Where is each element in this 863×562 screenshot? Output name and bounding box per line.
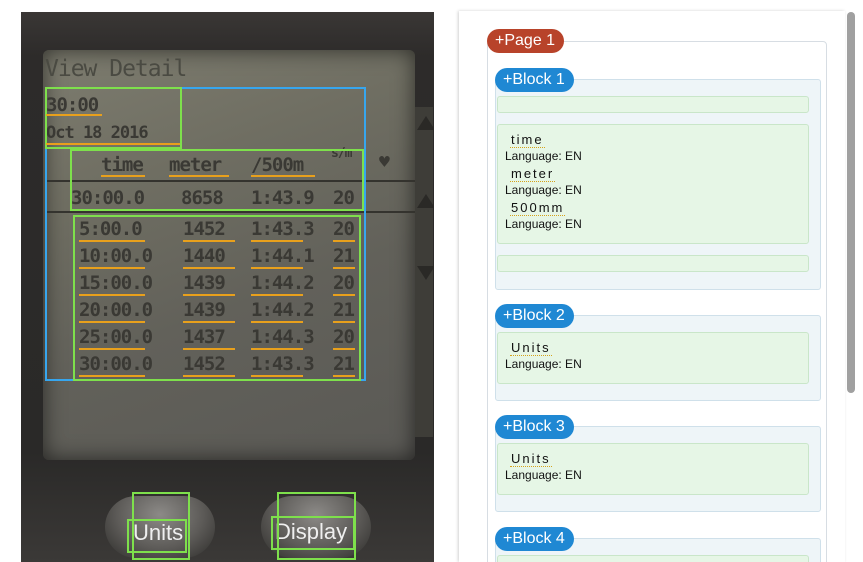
block-toggle[interactable]: +Block 2 [495, 304, 574, 328]
word-text[interactable]: Units [510, 340, 552, 356]
lcd-row-pace: 1:44.2 [251, 272, 315, 294]
word-entry: meter Language: EN [505, 165, 582, 197]
ocr-word-underline [79, 375, 145, 377]
lcd-row-pace: 1:44.3 [251, 326, 315, 348]
ocr-word-underline [169, 175, 229, 177]
line-box [497, 555, 809, 562]
lcd-row-pace: 1:43.3 [251, 353, 315, 375]
lcd-row-meter: 1439 [183, 299, 226, 321]
panel-scrollbar[interactable] [847, 12, 855, 393]
lcd-row-meter: 1440 [183, 245, 226, 267]
ocr-word-underline [333, 321, 355, 323]
lcd-row-spm: 21 [333, 353, 355, 375]
ocr-word-underline [183, 294, 235, 296]
word-language: Language: EN [505, 217, 582, 231]
block-toggle[interactable]: +Block 1 [495, 68, 574, 92]
lcd-row-time: 20:00.0 [79, 299, 153, 321]
ocr-line-box[interactable] [70, 149, 364, 211]
empty-line-box [497, 255, 809, 272]
ocr-word-underline [79, 321, 145, 323]
word-text[interactable]: meter [510, 166, 556, 182]
up-arrow-icon [417, 116, 434, 130]
word-language: Language: EN [505, 183, 582, 197]
lcd-row-spm: 20 [333, 326, 355, 348]
ocr-word-underline [251, 294, 303, 296]
word-entry: time Language: EN [505, 131, 582, 163]
lcd-row-pace: 1:43.3 [251, 218, 315, 240]
lcd-row-time: 15:00.0 [79, 272, 153, 294]
ocr-word-underline [46, 143, 180, 145]
word-language: Language: EN [505, 357, 582, 371]
ocr-word-underline [333, 267, 355, 269]
ocr-word-underline [251, 321, 303, 323]
source-image: View Detail 30:00 Oct 18 2016 time meter… [21, 12, 434, 562]
ocr-word-underline [251, 375, 303, 377]
lcd-row-spm: 20 [333, 272, 355, 294]
word-language: Language: EN [505, 149, 582, 163]
lcd-row-time: 5:00.0 [79, 218, 143, 240]
ocr-word-underline [183, 348, 235, 350]
ocr-word-underline [251, 240, 303, 242]
ocr-word-underline [183, 321, 235, 323]
word-text[interactable]: time [510, 132, 545, 148]
heart-icon: ♥ [379, 152, 390, 173]
lcd-row-time: 25:00.0 [79, 326, 153, 348]
lcd-row-time: 10:00.0 [79, 245, 153, 267]
lcd-row-spm: 21 [333, 299, 355, 321]
block-toggle[interactable]: +Block 3 [495, 415, 574, 439]
ocr-word-underline [251, 175, 315, 177]
lcd-row-pace: 1:44.2 [251, 299, 315, 321]
page-toggle[interactable]: +Page 1 [487, 29, 565, 53]
word-text[interactable]: 500mm [510, 200, 566, 216]
word-text[interactable]: Units [510, 451, 552, 467]
ocr-word-underline [333, 294, 355, 296]
ocr-word-underline [333, 375, 355, 377]
ocr-results-panel[interactable]: +Page 1 +Block 1 time Language: EN meter… [459, 11, 845, 562]
ocr-word-underline [183, 267, 235, 269]
ocr-word-underline [79, 348, 145, 350]
lcd-row-pace: 1:44.1 [251, 245, 315, 267]
ocr-word-underline [333, 348, 355, 350]
block-toggle[interactable]: +Block 4 [495, 527, 574, 551]
ocr-word-underline [101, 175, 145, 177]
up-arrow-icon [417, 194, 434, 208]
ocr-word-underline [183, 375, 235, 377]
ocr-word-underline [79, 267, 145, 269]
lcd-row-spm: 20 [333, 218, 355, 240]
lcd-row-meter: 1452 [183, 218, 226, 240]
lcd-row-meter: 1437 [183, 326, 226, 348]
word-entry: Units Language: EN [505, 339, 582, 371]
ocr-word-underline [79, 240, 145, 242]
down-arrow-icon [417, 266, 434, 280]
word-language: Language: EN [505, 468, 582, 482]
ocr-word-underline [251, 267, 303, 269]
lcd-row-meter: 1452 [183, 353, 226, 375]
lcd-row-spm: 21 [333, 245, 355, 267]
lcd-row-meter: 1439 [183, 272, 226, 294]
lcd-row-time: 30:00.0 [79, 353, 153, 375]
lcd-title: View Detail [45, 56, 187, 82]
ocr-word-underline [79, 294, 145, 296]
ocr-word-underline [46, 114, 102, 116]
ocr-word-underline [183, 240, 235, 242]
word-entry: Units Language: EN [505, 450, 582, 482]
ocr-word-box[interactable] [271, 516, 355, 550]
ocr-word-underline [333, 240, 355, 242]
ocr-word-box[interactable] [127, 519, 187, 553]
ocr-word-underline [251, 348, 303, 350]
empty-line-box [497, 96, 809, 113]
word-entry: 500mm Language: EN [505, 199, 582, 231]
ocr-line-box[interactable] [45, 87, 182, 149]
